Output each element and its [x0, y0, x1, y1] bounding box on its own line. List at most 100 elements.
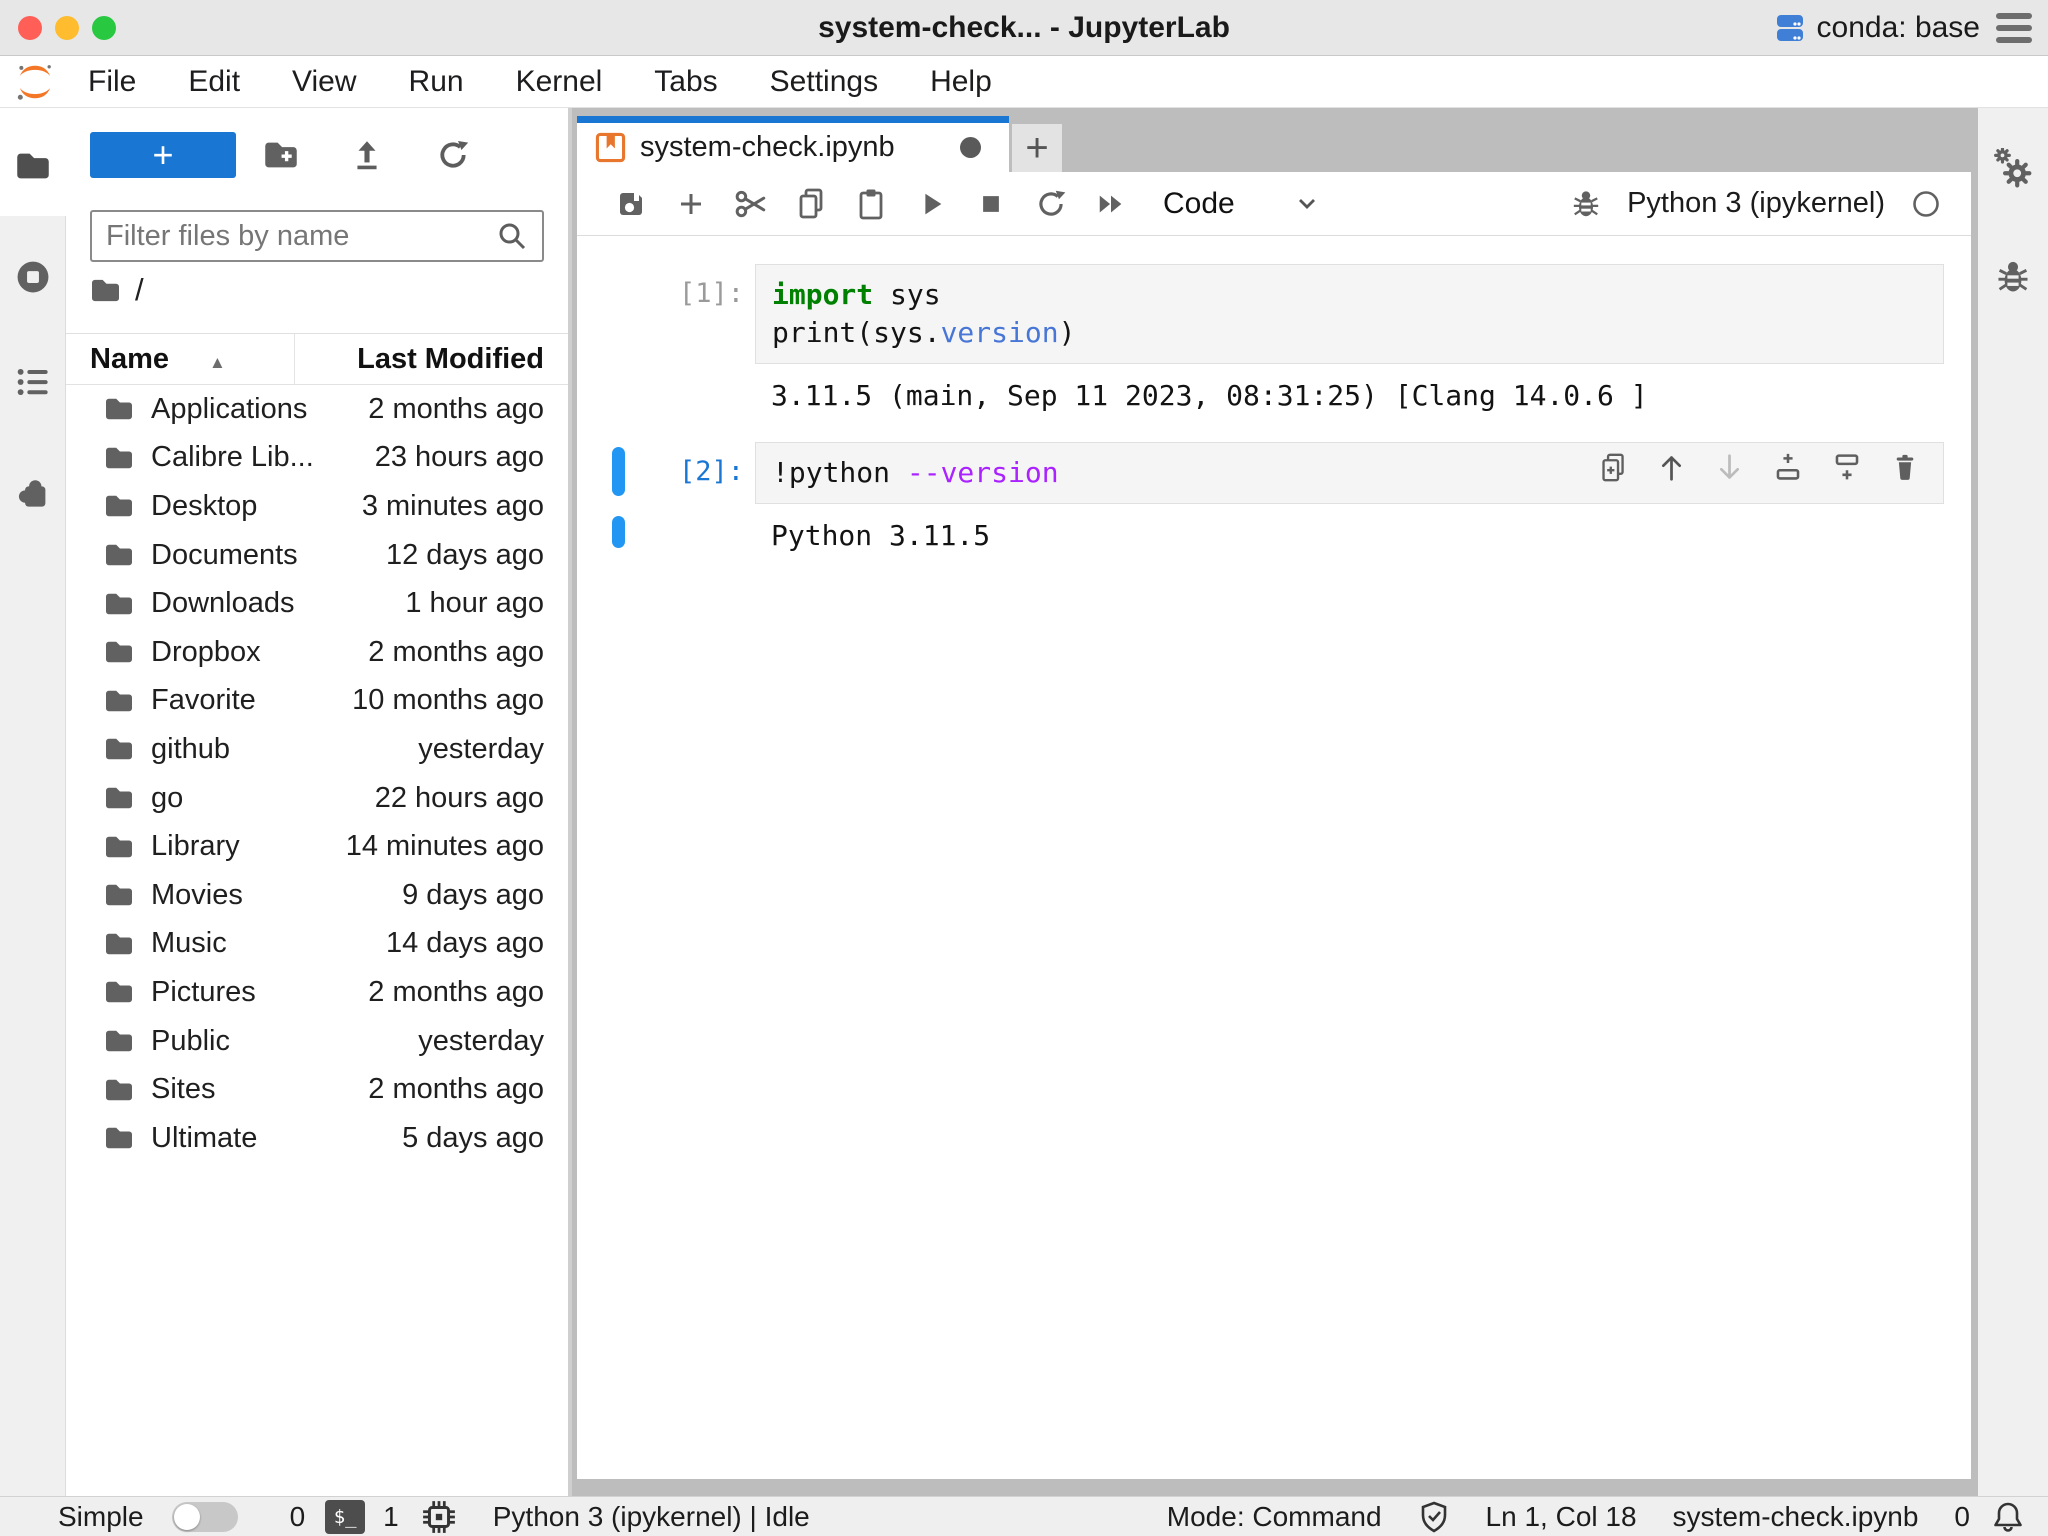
file-modified: 10 months ago	[352, 684, 544, 717]
file-row[interactable]: Desktop 3 minutes ago	[66, 482, 568, 531]
notebook-tab-label: system-check.ipynb	[640, 131, 895, 164]
file-modified: 1 hour ago	[405, 587, 544, 620]
file-name: Library	[151, 830, 346, 863]
code-cell-2[interactable]: [2]: !python --version	[577, 442, 1971, 504]
terminal-icon[interactable]: $_	[325, 1500, 365, 1534]
filter-files-input[interactable]	[106, 220, 496, 253]
file-modified: 2 months ago	[368, 393, 544, 426]
folder-icon	[104, 931, 134, 957]
file-row[interactable]: Ultimate 5 days ago	[66, 1114, 568, 1163]
menu-tabs[interactable]: Tabs	[628, 65, 743, 99]
notebook-tab[interactable]: system-check.ipynb	[577, 116, 1009, 172]
right-activity-bar	[1978, 108, 2048, 1496]
move-cell-down-icon[interactable]	[1715, 452, 1744, 483]
new-folder-icon[interactable]	[253, 139, 309, 171]
trust-shield-icon[interactable]	[1418, 1500, 1450, 1534]
file-row[interactable]: Dropbox 2 months ago	[66, 628, 568, 677]
active-file-name[interactable]: system-check.ipynb	[1673, 1501, 1919, 1533]
cell-2-input-prompt: [2]:	[577, 442, 755, 504]
debugger-panel-bug-icon[interactable]	[1978, 258, 2048, 296]
file-row[interactable]: Downloads 1 hour ago	[66, 579, 568, 628]
extension-manager-icon[interactable]	[0, 474, 66, 510]
folder-icon	[104, 688, 134, 714]
menu-settings[interactable]: Settings	[744, 65, 904, 99]
cell-2-output-collapser[interactable]	[612, 516, 625, 548]
file-browser-icon[interactable]	[0, 150, 66, 182]
home-folder-icon[interactable]	[90, 277, 121, 304]
menu-hamburger-icon[interactable]	[1996, 13, 2032, 43]
insert-cell-icon[interactable]	[661, 188, 721, 220]
file-row[interactable]: Movies 9 days ago	[66, 871, 568, 920]
insert-cell-below-icon[interactable]	[1832, 452, 1862, 483]
code-cell-1[interactable]: [1]: import sys print(sys.version)	[577, 264, 1971, 364]
cursor-position[interactable]: Ln 1, Col 18	[1486, 1501, 1637, 1533]
file-row[interactable]: github yesterday	[66, 725, 568, 774]
refresh-icon[interactable]	[425, 137, 481, 173]
delete-cell-icon[interactable]	[1891, 452, 1919, 483]
running-kernels-icon[interactable]	[0, 258, 66, 296]
column-header-last-modified[interactable]: Last Modified	[294, 334, 544, 384]
file-row[interactable]: Music 14 days ago	[66, 920, 568, 969]
file-name: Music	[151, 927, 386, 960]
file-browser-panel: + / Name	[66, 108, 572, 1496]
paste-cells-icon[interactable]	[841, 187, 901, 221]
duplicate-cell-icon[interactable]	[1599, 452, 1628, 483]
column-header-name[interactable]: Name	[90, 343, 294, 376]
kernel-name-label[interactable]: Python 3 (ipykernel)	[1627, 187, 1885, 220]
file-row[interactable]: Calibre Lib... 23 hours ago	[66, 434, 568, 483]
file-name: Desktop	[151, 490, 362, 523]
chevron-down-icon	[1295, 192, 1319, 216]
menu-help[interactable]: Help	[904, 65, 1018, 99]
run-cell-icon[interactable]	[901, 189, 961, 219]
cell-type-select[interactable]: Code	[1163, 187, 1319, 221]
file-row[interactable]: Public yesterday	[66, 1017, 568, 1066]
workspace: + / Name	[0, 108, 2048, 1496]
cut-cells-icon[interactable]	[721, 187, 781, 221]
cell-2-input-collapser[interactable]	[612, 447, 625, 496]
breadcrumb-root[interactable]: /	[135, 272, 144, 308]
file-row[interactable]: Applications 2 months ago	[66, 385, 568, 434]
cell-type-value: Code	[1163, 187, 1235, 221]
move-cell-up-icon[interactable]	[1657, 452, 1686, 483]
menu-run[interactable]: Run	[383, 65, 490, 99]
insert-cell-above-icon[interactable]	[1773, 452, 1803, 483]
property-inspector-gears-icon[interactable]	[1978, 148, 2048, 188]
save-icon[interactable]	[601, 188, 661, 220]
debugger-bug-icon[interactable]	[1571, 188, 1601, 220]
file-row[interactable]: go 22 hours ago	[66, 774, 568, 823]
restart-and-run-all-icon[interactable]	[1081, 189, 1141, 219]
kernel-chip-icon[interactable]	[421, 1499, 457, 1535]
cell-2-editor[interactable]: !python --version	[755, 442, 1944, 504]
macos-titlebar: system-check... - JupyterLab conda: base	[0, 0, 2048, 56]
file-row[interactable]: Documents 12 days ago	[66, 531, 568, 580]
file-row[interactable]: Pictures 2 months ago	[66, 968, 568, 1017]
menu-file[interactable]: File	[62, 65, 162, 99]
conda-env-badge[interactable]: conda: base	[1775, 11, 1980, 45]
notebook-widget: Code Python 3 (ipykernel)	[577, 172, 1971, 1479]
menu-view[interactable]: View	[266, 65, 382, 99]
kernel-status-label[interactable]: Python 3 (ipykernel) | Idle	[493, 1501, 810, 1533]
new-launcher-button[interactable]: +	[90, 132, 236, 178]
folder-icon	[104, 639, 134, 665]
unsaved-changes-dot[interactable]	[960, 137, 981, 158]
folder-icon	[104, 445, 134, 471]
mode-indicator[interactable]: Mode: Command	[1167, 1501, 1382, 1533]
menu-edit[interactable]: Edit	[162, 65, 266, 99]
file-row[interactable]: Favorite 10 months ago	[66, 677, 568, 726]
file-name: go	[151, 782, 375, 815]
copy-cells-icon[interactable]	[781, 187, 841, 221]
file-row[interactable]: Sites 2 months ago	[66, 1065, 568, 1114]
menu-kernel[interactable]: Kernel	[490, 65, 629, 99]
folder-icon	[104, 834, 134, 860]
upload-icon[interactable]	[339, 137, 395, 173]
new-tab-button[interactable]: +	[1012, 124, 1062, 172]
simple-mode-toggle[interactable]	[172, 1502, 238, 1532]
file-row[interactable]: Library 14 minutes ago	[66, 822, 568, 871]
table-of-contents-icon[interactable]	[0, 366, 66, 398]
notifications-bell-icon[interactable]	[1992, 1500, 2024, 1534]
restart-kernel-icon[interactable]	[1021, 187, 1081, 221]
file-modified: 2 months ago	[368, 636, 544, 669]
cell-1-editor[interactable]: import sys print(sys.version)	[755, 264, 1944, 364]
interrupt-kernel-icon[interactable]	[961, 190, 1021, 218]
kernel-status-circle-icon[interactable]	[1911, 189, 1941, 219]
